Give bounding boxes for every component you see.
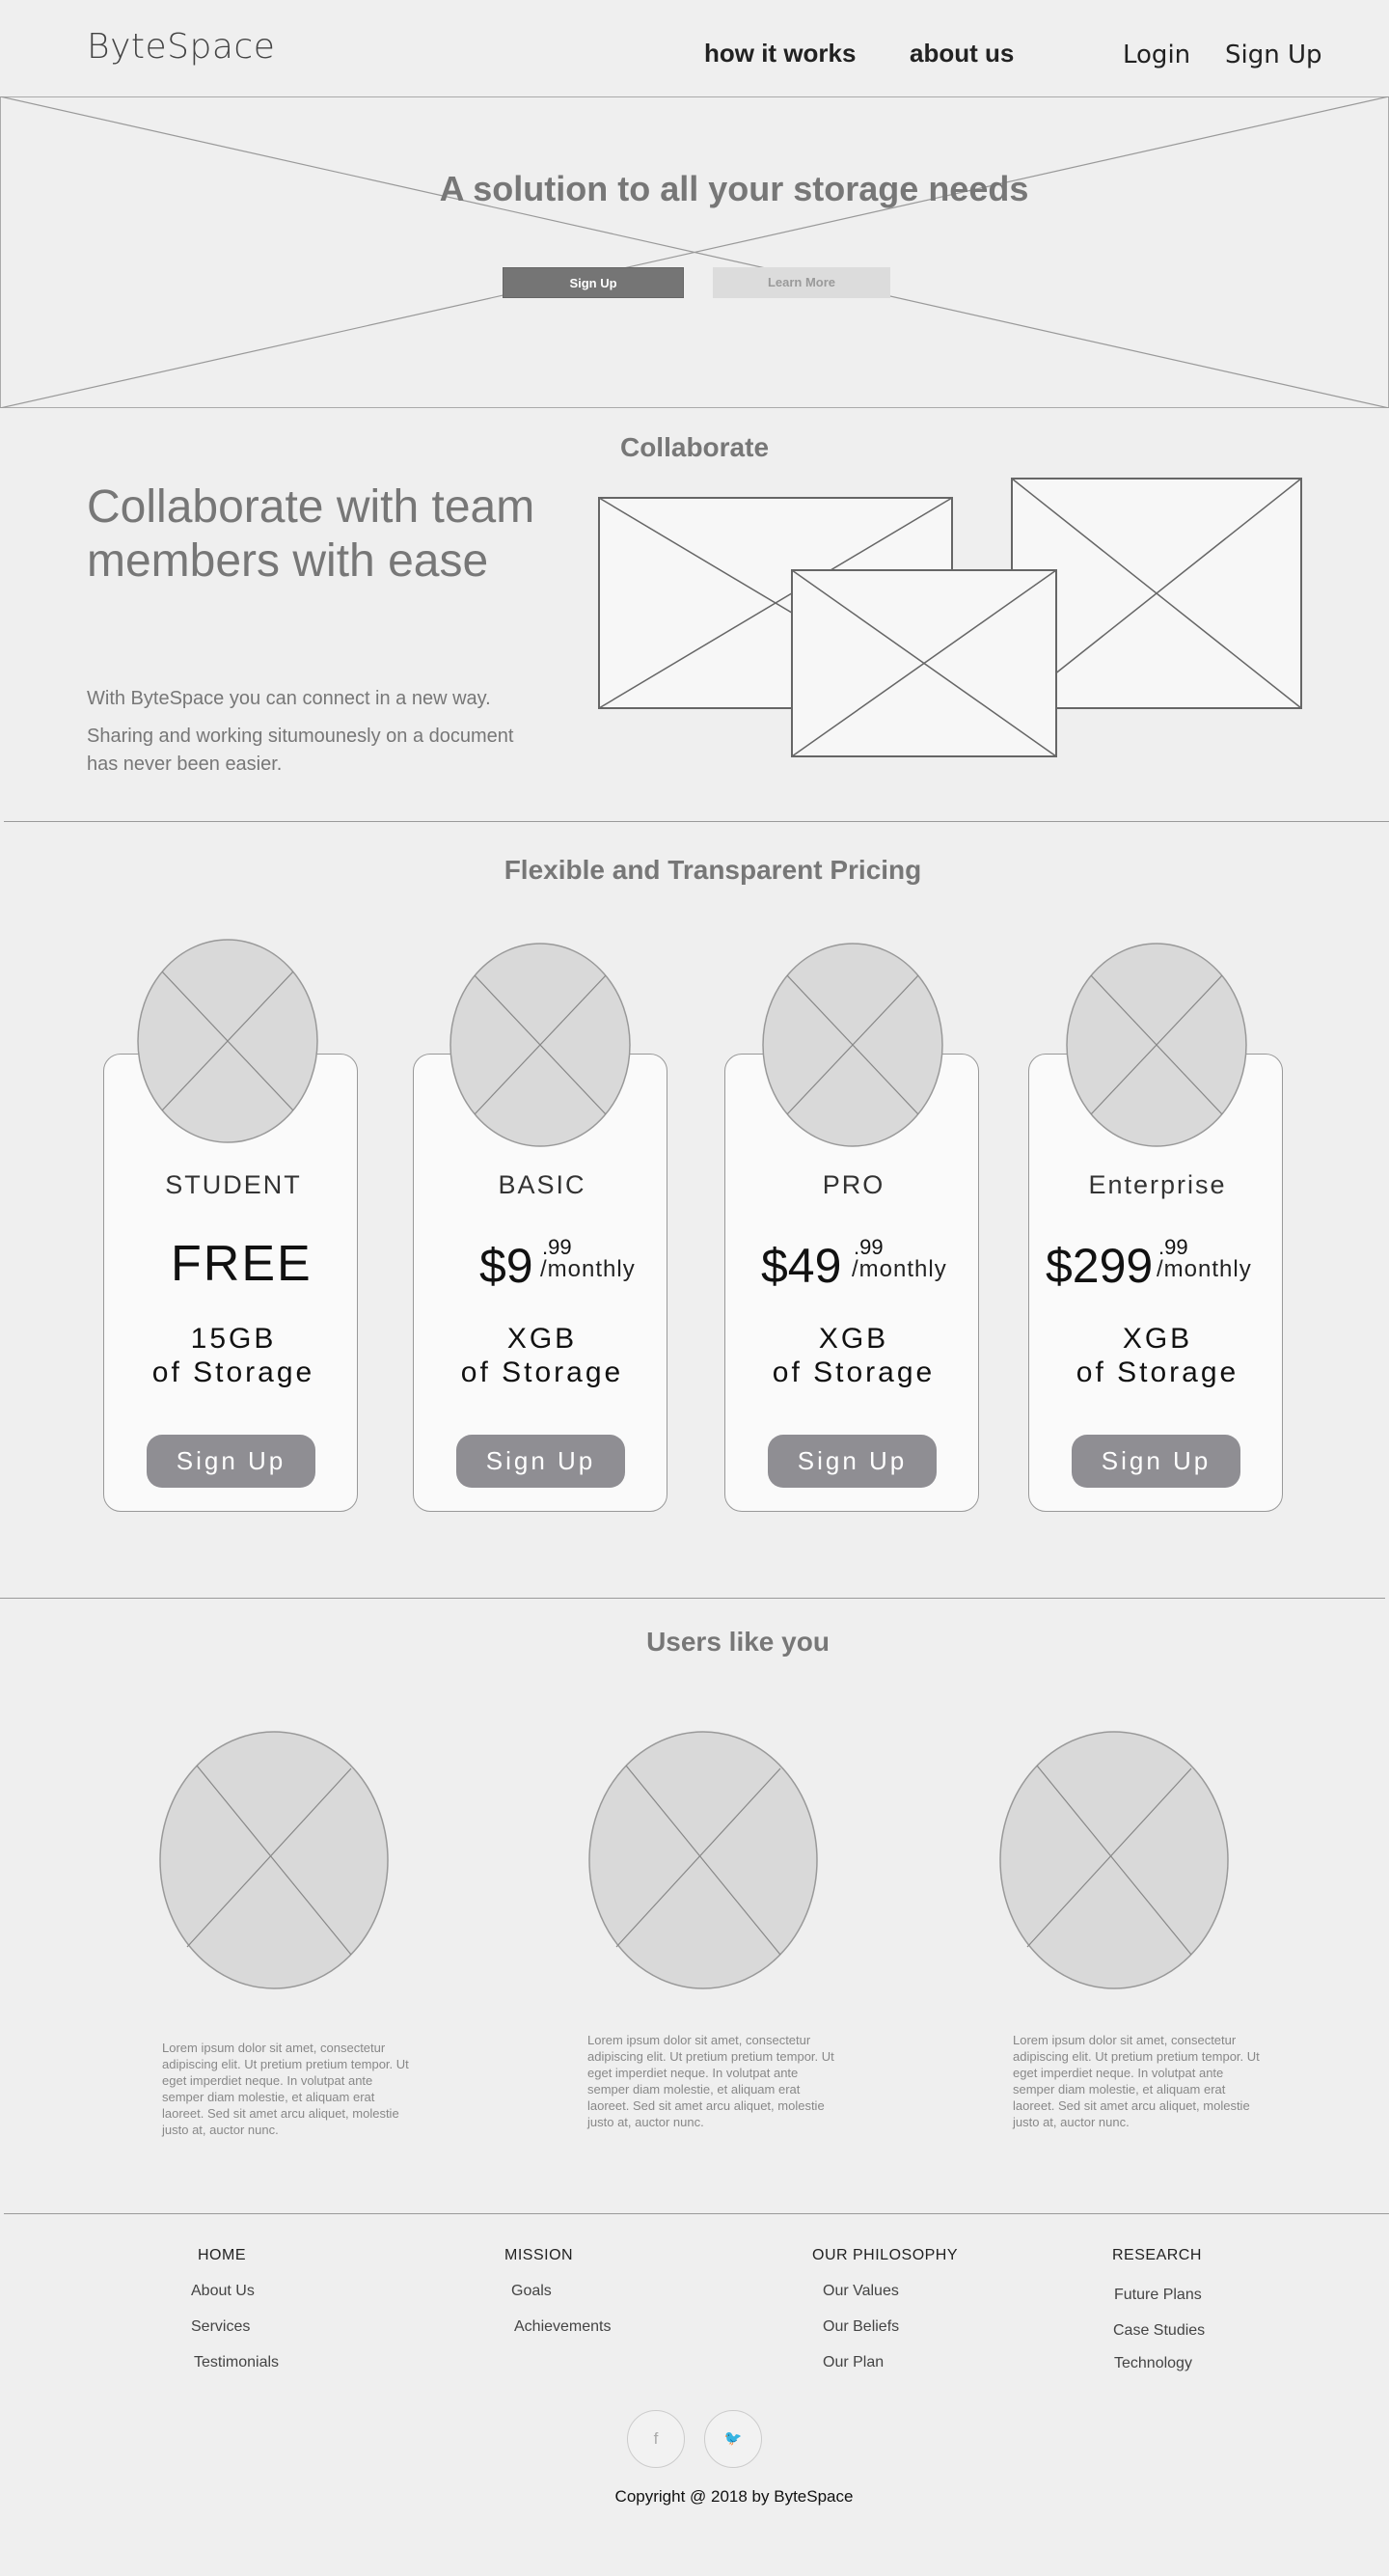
hero-image-placeholder — [0, 96, 1389, 408]
plan-price-period: /monthly — [540, 1256, 636, 1282]
plan-storage: of Storage — [772, 1357, 936, 1388]
plan-storage: of Storage — [1076, 1357, 1239, 1388]
footer-heading-research: RESEARCH — [1112, 2247, 1202, 2263]
image-placeholder — [791, 569, 1057, 757]
pricing-title: Flexible and Transparent Pricing — [504, 855, 922, 885]
facebook-icon[interactable]: f — [627, 2410, 685, 2468]
footer-link[interactable]: Achievements — [514, 2318, 612, 2336]
plan-name: STUDENT — [165, 1170, 302, 1199]
plan-price: $9 — [479, 1239, 533, 1293]
testimonial-text: Lorem ipsum dolor sit amet, consectetur … — [1013, 2033, 1260, 2129]
footer-link[interactable]: Case Studies — [1113, 2322, 1205, 2340]
plan-price-period: /monthly — [852, 1256, 947, 1282]
testimonial-text: Lorem ipsum dolor sit amet, consectetur … — [162, 2041, 409, 2137]
login-link[interactable]: Login — [1123, 41, 1190, 69]
twitter-icon[interactable]: 🐦 — [704, 2410, 762, 2468]
plan-price-period: /monthly — [1157, 1256, 1252, 1282]
plan-signup-button[interactable]: Sign Up — [1072, 1435, 1240, 1488]
plan-price: FREE — [171, 1236, 313, 1292]
logo[interactable]: ByteSpace — [87, 27, 275, 67]
footer-link[interactable]: Services — [191, 2318, 250, 2336]
footer-link[interactable]: Our Plan — [823, 2354, 884, 2371]
collaborate-paragraph: Sharing and working situmounesly on a do… — [87, 726, 514, 775]
footer-link[interactable]: Testimonials — [194, 2354, 279, 2371]
plan-storage: 15GB — [190, 1323, 277, 1355]
divider — [4, 821, 1389, 822]
plan-image-placeholder — [137, 939, 318, 1143]
plan-signup-button[interactable]: Sign Up — [768, 1435, 937, 1488]
nav-about-us[interactable]: about us — [910, 39, 1014, 69]
hero-learn-more-button[interactable]: Learn More — [713, 267, 890, 298]
plan-storage: XGB — [506, 1323, 578, 1355]
user-avatar-placeholder — [159, 1731, 389, 1989]
user-avatar-placeholder — [999, 1731, 1229, 1989]
plan-name: BASIC — [498, 1170, 586, 1199]
plan-image-placeholder — [762, 943, 943, 1147]
collaborate-section-title: Collaborate — [619, 432, 770, 462]
plan-storage: XGB — [1122, 1323, 1193, 1355]
nav-how-it-works[interactable]: how it works — [704, 39, 856, 69]
footer-heading-philosophy: OUR PHILOSOPHY — [812, 2247, 959, 2263]
footer-link[interactable]: About Us — [191, 2283, 255, 2300]
plan-image-placeholder — [449, 943, 631, 1147]
footer-link[interactable]: Future Plans — [1114, 2287, 1202, 2304]
footer-heading-home: HOME — [198, 2247, 246, 2263]
signup-link[interactable]: Sign Up — [1225, 41, 1322, 69]
collaborate-heading: Collaborate with team members with ease — [87, 481, 535, 587]
plan-signup-button[interactable]: Sign Up — [456, 1435, 625, 1488]
plan-storage: XGB — [818, 1323, 889, 1355]
divider — [4, 2213, 1389, 2214]
plan-price: $49 — [761, 1239, 842, 1293]
user-avatar-placeholder — [588, 1731, 818, 1989]
plan-signup-button[interactable]: Sign Up — [147, 1435, 315, 1488]
plan-image-placeholder — [1066, 943, 1247, 1147]
copyright: Copyright @ 2018 by ByteSpace — [614, 2487, 854, 2506]
hero-title: A solution to all your storage needs — [439, 169, 1029, 208]
hero-banner — [0, 96, 1389, 408]
collaborate-paragraph: With ByteSpace you can connect in a new … — [87, 688, 491, 709]
footer-heading-mission: MISSION — [504, 2247, 574, 2263]
testimonials-title: Users like you — [646, 1627, 830, 1657]
plan-name: PRO — [822, 1170, 885, 1199]
plan-storage: of Storage — [460, 1357, 624, 1388]
plan-price: $299 — [1046, 1239, 1154, 1293]
footer-link[interactable]: Goals — [511, 2283, 552, 2300]
footer-link[interactable]: Our Beliefs — [823, 2318, 899, 2336]
plan-storage: of Storage — [151, 1357, 315, 1388]
testimonial-text: Lorem ipsum dolor sit amet, consectetur … — [587, 2033, 834, 2129]
plan-name: Enterprise — [1088, 1170, 1227, 1199]
divider — [0, 1598, 1385, 1599]
hero-signup-button[interactable]: Sign Up — [503, 267, 684, 298]
footer-link[interactable]: Technology — [1114, 2355, 1192, 2372]
footer-link[interactable]: Our Values — [823, 2283, 899, 2300]
